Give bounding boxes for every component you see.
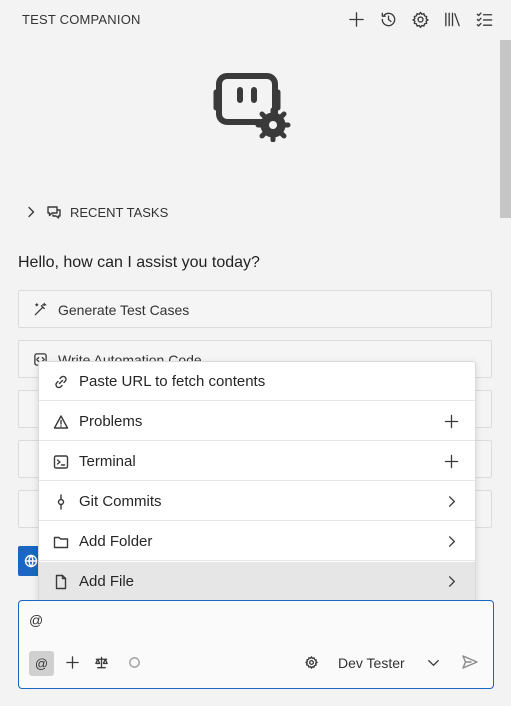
menu-item-paste-url[interactable]: Paste URL to fetch contents (39, 362, 475, 401)
gear-icon[interactable] (304, 655, 319, 670)
send-icon[interactable] (461, 653, 479, 671)
folder-icon (53, 536, 69, 549)
history-button[interactable] (375, 6, 401, 32)
menu-item-label: Add File (79, 573, 135, 590)
terminal-icon (53, 455, 69, 469)
link-icon (55, 375, 67, 389)
wand-icon (34, 302, 47, 316)
menu-item-problems[interactable]: Problems (39, 402, 475, 441)
checklist-icon (476, 11, 492, 27)
web-button[interactable] (18, 546, 40, 576)
recent-tasks-toggle[interactable]: RECENT TASKS (24, 204, 168, 220)
robot-gear-logo-icon (213, 73, 291, 142)
menu-item-label: Terminal (79, 453, 136, 470)
generate-test-cases-button[interactable]: Generate Test Cases (18, 290, 492, 328)
plus-icon[interactable] (444, 414, 459, 429)
panel-title: TEST COMPANION (22, 12, 141, 27)
model-selector[interactable]: Dev Tester (338, 655, 405, 671)
globe-icon (24, 554, 38, 568)
menu-item-add-file[interactable]: Add File (39, 562, 475, 601)
panel-toolbar (343, 6, 497, 32)
chevron-right-icon (448, 536, 455, 547)
menu-item-label: Paste URL to fetch contents (79, 373, 266, 390)
git-commit-icon (57, 494, 65, 510)
menu-item-add-folder[interactable]: Add Folder (39, 522, 475, 561)
plus-icon[interactable] (444, 454, 459, 469)
chevron-right-icon (28, 206, 35, 218)
settings-button[interactable] (407, 6, 433, 32)
scrollbar-thumb[interactable] (500, 40, 511, 218)
chevron-right-icon (448, 576, 455, 587)
scale-icon[interactable] (94, 655, 109, 670)
chat-input-text[interactable]: @ (29, 612, 43, 628)
menu-item-label: Add Folder (79, 533, 153, 550)
file-icon (55, 574, 67, 590)
menu-item-label: Git Commits (79, 493, 162, 510)
gear-icon (411, 11, 429, 28)
menu-item-git-commits[interactable]: Git Commits (39, 482, 475, 521)
plus-icon (348, 11, 364, 27)
action-label: Generate Test Cases (58, 302, 190, 318)
context-menu: Paste URL to fetch contents Problems Ter… (38, 361, 476, 603)
history-icon (381, 12, 395, 26)
library-icon (444, 12, 460, 26)
menu-item-terminal[interactable]: Terminal (39, 442, 475, 481)
warning-icon (53, 415, 69, 429)
circle-status-icon[interactable] (127, 655, 142, 670)
chat-input-box[interactable]: @ @ Dev Tester (18, 600, 494, 689)
menu-item-label: Problems (79, 413, 143, 430)
chevron-right-icon (448, 496, 455, 507)
new-task-button[interactable] (343, 6, 369, 32)
greeting-text: Hello, how can I assist you today? (18, 254, 260, 271)
checklist-button[interactable] (471, 6, 497, 32)
recent-tasks-label: RECENT TASKS (70, 204, 169, 220)
library-button[interactable] (439, 6, 465, 32)
chevron-down-icon[interactable] (426, 655, 441, 670)
mention-button[interactable]: @ (29, 651, 54, 676)
plus-icon[interactable] (65, 655, 80, 670)
chat-bubbles-icon (47, 206, 61, 219)
